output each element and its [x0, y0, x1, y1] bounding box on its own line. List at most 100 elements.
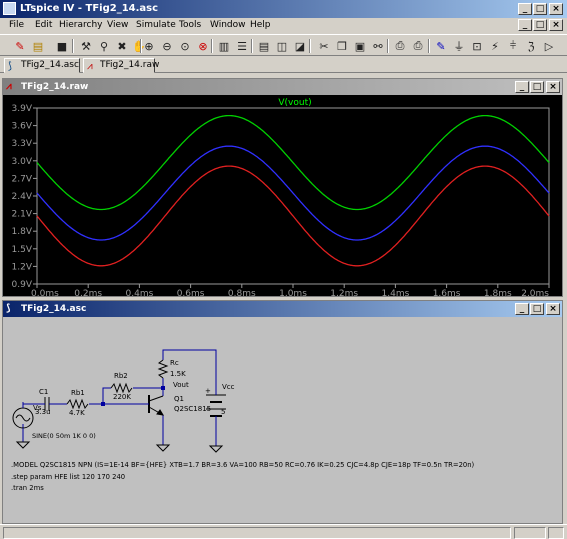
base-node — [101, 402, 105, 406]
plot-frame — [36, 107, 550, 285]
open-folder-icon[interactable]: ▤ — [30, 38, 46, 54]
mdi-minimize-button[interactable]: _ — [518, 19, 532, 31]
voltage-source-vs[interactable] — [12, 404, 34, 442]
autorange-icon[interactable]: ▥ — [216, 38, 232, 54]
paste-icon[interactable]: ▣ — [352, 38, 368, 54]
schematic-maximize-button[interactable]: □ — [530, 303, 544, 315]
label-net-icon[interactable]: ⊡ — [469, 38, 485, 54]
menu-window[interactable]: Window — [210, 20, 246, 30]
draw-wire-icon[interactable]: ✎ — [433, 38, 449, 54]
cascade-icon[interactable]: ◫ — [274, 38, 290, 54]
resistor-icon[interactable]: ⚡ — [487, 38, 503, 54]
zoom-in-icon[interactable]: ⊕ — [141, 38, 157, 54]
q1-label: Q1 — [174, 395, 184, 403]
menu-tools[interactable]: Tools — [179, 20, 201, 30]
menu-help[interactable]: Help — [250, 20, 271, 30]
close-button[interactable]: × — [549, 3, 563, 15]
toolbar-separator — [309, 39, 311, 53]
tab-waveform[interactable]: ⩘ TFig2_14.raw — [83, 58, 159, 73]
mdi-restore-button[interactable]: □ — [533, 19, 547, 31]
waveform-maximize-button[interactable]: □ — [530, 81, 544, 93]
copy-icon[interactable]: ❐ — [334, 38, 350, 54]
resize-grip-icon[interactable] — [548, 527, 564, 539]
rc-value: 1.5K — [170, 370, 186, 378]
resistor-rb1[interactable] — [66, 398, 89, 410]
rb2-value: 220K — [113, 393, 131, 401]
vcc-label: Vcc — [222, 383, 235, 391]
schematic-window[interactable]: ⟆ TFig2_14.asc _ □ × Vs SINE(0 50m 1K 0 … — [2, 300, 563, 524]
menu-file[interactable]: File — [9, 20, 24, 30]
status-bar — [0, 524, 567, 539]
menu-edit[interactable]: Edit — [35, 20, 52, 30]
menu-view[interactable]: View — [107, 20, 128, 30]
resistor-rb2[interactable] — [110, 382, 133, 394]
toolbar-separator — [387, 39, 389, 53]
minimize-button[interactable]: _ — [518, 3, 532, 15]
y-tick-label: 1.5V — [12, 245, 33, 255]
schematic-close-button[interactable]: × — [546, 303, 560, 315]
resistor-rc[interactable] — [157, 359, 169, 379]
toolbar-separator — [428, 39, 430, 53]
vs-spec: SINE(0 50m 1K 0 0) — [32, 432, 96, 440]
tile-horizontal-icon[interactable]: ☰ — [234, 38, 250, 54]
transistor-q1[interactable] — [143, 395, 164, 416]
x-tick-label: 1.2ms — [330, 289, 358, 296]
halt-icon[interactable]: ✖ — [114, 38, 130, 54]
capacitor-icon[interactable]: ⫩ — [505, 38, 521, 54]
zoom-fit-icon[interactable]: ⊙ — [177, 38, 193, 54]
waveform-window[interactable]: ⩘ TFig2_14.raw _ □ × V(vout) 0.9V 1.2V 1.5… — [2, 78, 563, 297]
menu-hierarchy[interactable]: Hierarchy — [59, 20, 103, 30]
find-icon[interactable]: ⚯ — [370, 38, 386, 54]
tile-windows-icon[interactable]: ▤ — [256, 38, 272, 54]
waveform-minimize-button[interactable]: _ — [515, 81, 529, 93]
menu-simulate[interactable]: Simulate — [136, 20, 176, 30]
tab-schematic[interactable]: ⟆ TFig2_14.asc — [4, 58, 80, 73]
print-setup-icon[interactable]: ⎙ — [392, 38, 408, 54]
schematic-canvas[interactable]: Vs SINE(0 50m 1K 0 0) C1 3.3u Rb1 4.7K R… — [3, 317, 562, 523]
x-tick-label: 1.0ms — [279, 289, 307, 296]
y-tick-label: 3.6V — [12, 122, 33, 132]
save-icon[interactable]: ■ — [54, 38, 70, 54]
c1-label: C1 — [39, 388, 48, 396]
waveform-icon: ⩘ — [6, 81, 12, 92]
collector-node — [161, 386, 165, 390]
inductor-icon[interactable]: ℨ — [523, 38, 539, 54]
step-directive[interactable]: .step param HFE list 120 170 240 — [11, 473, 125, 481]
q1-model: Q2SC1815 — [174, 405, 211, 413]
y-tick-label: 0.9V — [12, 280, 33, 290]
tab-bar: ⟆ TFig2_14.asc ⩘ TFig2_14.raw — [0, 57, 567, 73]
ground-icon[interactable]: ⏚ — [451, 38, 467, 54]
trace-series-2 — [36, 165, 550, 267]
schematic-minimize-button[interactable]: _ — [515, 303, 529, 315]
y-tick-label: 1.8V — [12, 227, 33, 237]
mdi-close-button[interactable]: × — [549, 19, 563, 31]
new-schematic-icon[interactable]: ✎ — [12, 38, 28, 54]
waveform-plot[interactable]: V(vout) 0.9V 1.2V 1.5V 1.8V 2.1V 2.4V 2.7V 3.0V… — [3, 95, 562, 296]
run-icon[interactable]: ⚲ — [96, 38, 112, 54]
model-directive[interactable]: .MODEL Q2SC1815 NPN (IS=1E-14 BF={HFE} X… — [11, 461, 475, 469]
vcc-value: 5 — [221, 408, 225, 416]
trace-series-1 — [36, 145, 550, 241]
y-tick-label: 3.0V — [12, 157, 33, 167]
schematic-titlebar: ⟆ TFig2_14.asc _ □ × — [3, 301, 562, 317]
diode-icon[interactable]: ▷ — [541, 38, 557, 54]
control-panel-icon[interactable]: ⚒ — [78, 38, 94, 54]
tran-directive[interactable]: .tran 2ms — [11, 484, 44, 492]
cut-icon[interactable]: ✂ — [316, 38, 332, 54]
ground-icon — [155, 444, 171, 452]
rc-label: Rc — [170, 359, 179, 367]
schematic-icon: ⟆ — [8, 61, 12, 72]
waveform-close-button[interactable]: × — [546, 81, 560, 93]
maximize-button[interactable]: □ — [533, 3, 547, 15]
print-icon[interactable]: ⎙ — [410, 38, 426, 54]
toolbar: ✎ ▤ ■ ⚒ ⚲ ✖ ✋ ⊕ ⊖ ⊙ ⊗ ▥ ☰ ▤ ◫ ◪ ✂ ❐ ▣ ⚯ … — [0, 34, 567, 56]
trace-label[interactable]: V(vout) — [278, 98, 311, 108]
schematic-icon: ⟆ — [6, 303, 11, 314]
y-tick-label: 3.9V — [12, 104, 33, 114]
status-panel-main — [3, 527, 511, 539]
traces — [36, 114, 550, 267]
plot-axes — [33, 107, 550, 288]
zoom-out-icon[interactable]: ⊖ — [159, 38, 175, 54]
close-windows-icon[interactable]: ◪ — [292, 38, 308, 54]
zoom-cancel-icon[interactable]: ⊗ — [195, 38, 211, 54]
